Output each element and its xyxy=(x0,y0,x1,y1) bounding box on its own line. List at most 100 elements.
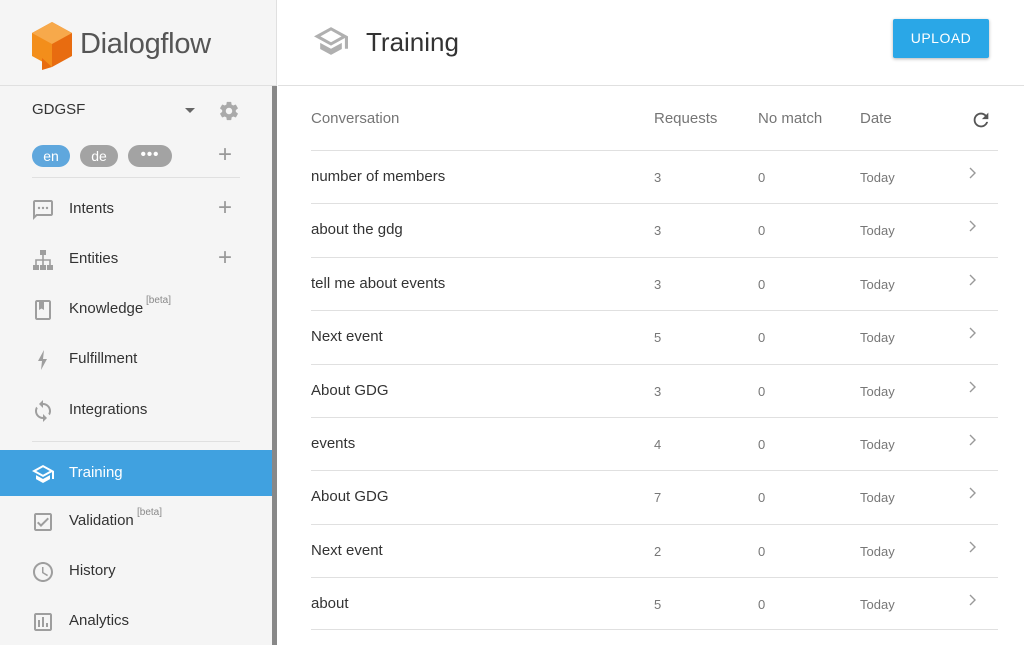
date-cell: Today xyxy=(860,170,895,185)
no-match-cell: 0 xyxy=(758,170,766,185)
conversation-cell: About GDG xyxy=(311,382,389,399)
conversation-cell: number of members xyxy=(311,168,446,185)
sidebar-item-history[interactable]: History xyxy=(0,548,272,594)
no-match-cell: 0 xyxy=(758,544,766,559)
table-row[interactable]: Next event 2 0 Today xyxy=(311,524,998,577)
chevron-right-icon[interactable] xyxy=(968,219,978,233)
date-cell: Today xyxy=(860,330,895,345)
requests-cell: 5 xyxy=(654,597,662,612)
chevron-right-icon[interactable] xyxy=(968,593,978,607)
agent-name: GDGSF xyxy=(32,101,86,118)
conversation-cell: About GDG xyxy=(311,488,389,505)
app-name: Dialogflow xyxy=(80,28,211,60)
sidebar-item-label: Intents xyxy=(69,200,115,217)
add-language-button[interactable]: + xyxy=(218,143,232,167)
date-cell: Today xyxy=(860,544,895,559)
column-header-no-match: No match xyxy=(758,110,823,127)
requests-cell: 4 xyxy=(654,437,662,452)
gear-icon[interactable] xyxy=(218,100,240,122)
divider xyxy=(32,441,240,442)
graduation-cap-icon xyxy=(314,27,348,55)
conversation-cell: about xyxy=(311,595,349,612)
logo-bar: Dialogflow xyxy=(0,0,276,86)
sidebar-item-label: Knowledge xyxy=(69,300,144,317)
no-match-cell: 0 xyxy=(758,277,766,292)
table-row[interactable]: tell me about events 3 0 Today xyxy=(311,257,998,310)
divider xyxy=(32,177,240,178)
dialogflow-logo-icon xyxy=(32,22,72,70)
sidebar-item-integrations[interactable]: Integrations xyxy=(0,387,272,433)
page-header: Training UPLOAD xyxy=(278,0,1024,86)
sidebar-item-label: Fulfillment xyxy=(69,350,138,367)
chevron-right-icon[interactable] xyxy=(968,486,978,500)
beta-badge: [beta] xyxy=(137,507,163,518)
conversation-cell: events xyxy=(311,435,356,452)
agent-selector[interactable]: GDGSF xyxy=(32,100,242,122)
upload-button[interactable]: UPLOAD xyxy=(893,19,989,58)
chevron-right-icon[interactable] xyxy=(968,166,978,180)
clock-icon xyxy=(33,562,53,582)
sidebar: Dialogflow GDGSF en de ••• + Intents + E… xyxy=(0,0,277,645)
checkbox-icon xyxy=(34,513,52,531)
chevron-right-icon[interactable] xyxy=(968,380,978,394)
table-row[interactable]: About GDG 7 0 Today xyxy=(311,470,998,523)
chevron-right-icon[interactable] xyxy=(968,326,978,340)
sidebar-item-label: History xyxy=(69,562,116,579)
graduation-cap-icon xyxy=(32,465,54,483)
chevron-right-icon[interactable] xyxy=(968,540,978,554)
conversation-cell: about the gdg xyxy=(311,221,403,238)
requests-cell: 3 xyxy=(654,277,662,292)
sidebar-item-fulfillment[interactable]: Fulfillment xyxy=(0,336,272,382)
book-icon xyxy=(35,300,51,320)
sidebar-item-label: Analytics xyxy=(69,612,130,629)
beta-badge: [beta] xyxy=(146,295,172,306)
sidebar-item-knowledge[interactable]: Knowledge [beta] xyxy=(0,286,272,332)
conversation-cell: tell me about events xyxy=(311,275,446,292)
chevron-right-icon[interactable] xyxy=(968,433,978,447)
no-match-cell: 0 xyxy=(758,437,766,452)
lightning-icon xyxy=(38,350,47,370)
chat-bubble-icon xyxy=(33,200,53,220)
sidebar-item-label: Integrations xyxy=(69,401,148,418)
date-cell: Today xyxy=(860,437,895,452)
no-match-cell: 0 xyxy=(758,597,766,612)
conversation-cell: Next event xyxy=(311,542,383,559)
sidebar-item-analytics[interactable]: Analytics xyxy=(0,598,272,644)
table-row[interactable]: about the gdg 3 0 Today xyxy=(311,203,998,256)
sidebar-item-intents[interactable]: Intents + xyxy=(0,186,272,232)
requests-cell: 5 xyxy=(654,330,662,345)
requests-cell: 3 xyxy=(654,384,662,399)
no-match-cell: 0 xyxy=(758,384,766,399)
sidebar-scrollbar[interactable] xyxy=(272,86,277,645)
page-title: Training xyxy=(366,27,459,57)
sidebar-item-entities[interactable]: Entities + xyxy=(0,236,272,282)
sidebar-item-training[interactable]: Training xyxy=(0,450,272,496)
add-entity-button[interactable]: + xyxy=(218,246,232,270)
conversation-cell: Next event xyxy=(311,328,383,345)
date-cell: Today xyxy=(860,384,895,399)
chevron-right-icon[interactable] xyxy=(968,273,978,287)
table-row[interactable]: About GDG 3 0 Today xyxy=(311,364,998,417)
date-cell: Today xyxy=(860,597,895,612)
language-chip-en[interactable]: en xyxy=(32,145,70,167)
sync-icon xyxy=(35,400,51,422)
table-row[interactable]: number of members 3 0 Today xyxy=(311,150,998,203)
table-row[interactable]: about 5 0 Today xyxy=(311,577,998,630)
language-chip-de[interactable]: de xyxy=(80,145,118,167)
no-match-cell: 0 xyxy=(758,223,766,238)
no-match-cell: 0 xyxy=(758,490,766,505)
language-selector: en de ••• + xyxy=(32,143,242,169)
refresh-icon[interactable] xyxy=(970,109,992,131)
more-languages-button[interactable]: ••• xyxy=(128,145,172,167)
sidebar-item-label: Entities xyxy=(69,250,119,267)
requests-cell: 3 xyxy=(654,170,662,185)
add-intent-button[interactable]: + xyxy=(218,196,232,220)
date-cell: Today xyxy=(860,277,895,292)
no-match-cell: 0 xyxy=(758,330,766,345)
table-row[interactable]: events 4 0 Today xyxy=(311,417,998,470)
table-row[interactable]: Next event 5 0 Today xyxy=(311,310,998,363)
requests-cell: 3 xyxy=(654,223,662,238)
hierarchy-icon xyxy=(33,250,53,270)
chevron-down-icon[interactable] xyxy=(185,108,195,113)
sidebar-item-validation[interactable]: Validation [beta] xyxy=(0,498,272,544)
